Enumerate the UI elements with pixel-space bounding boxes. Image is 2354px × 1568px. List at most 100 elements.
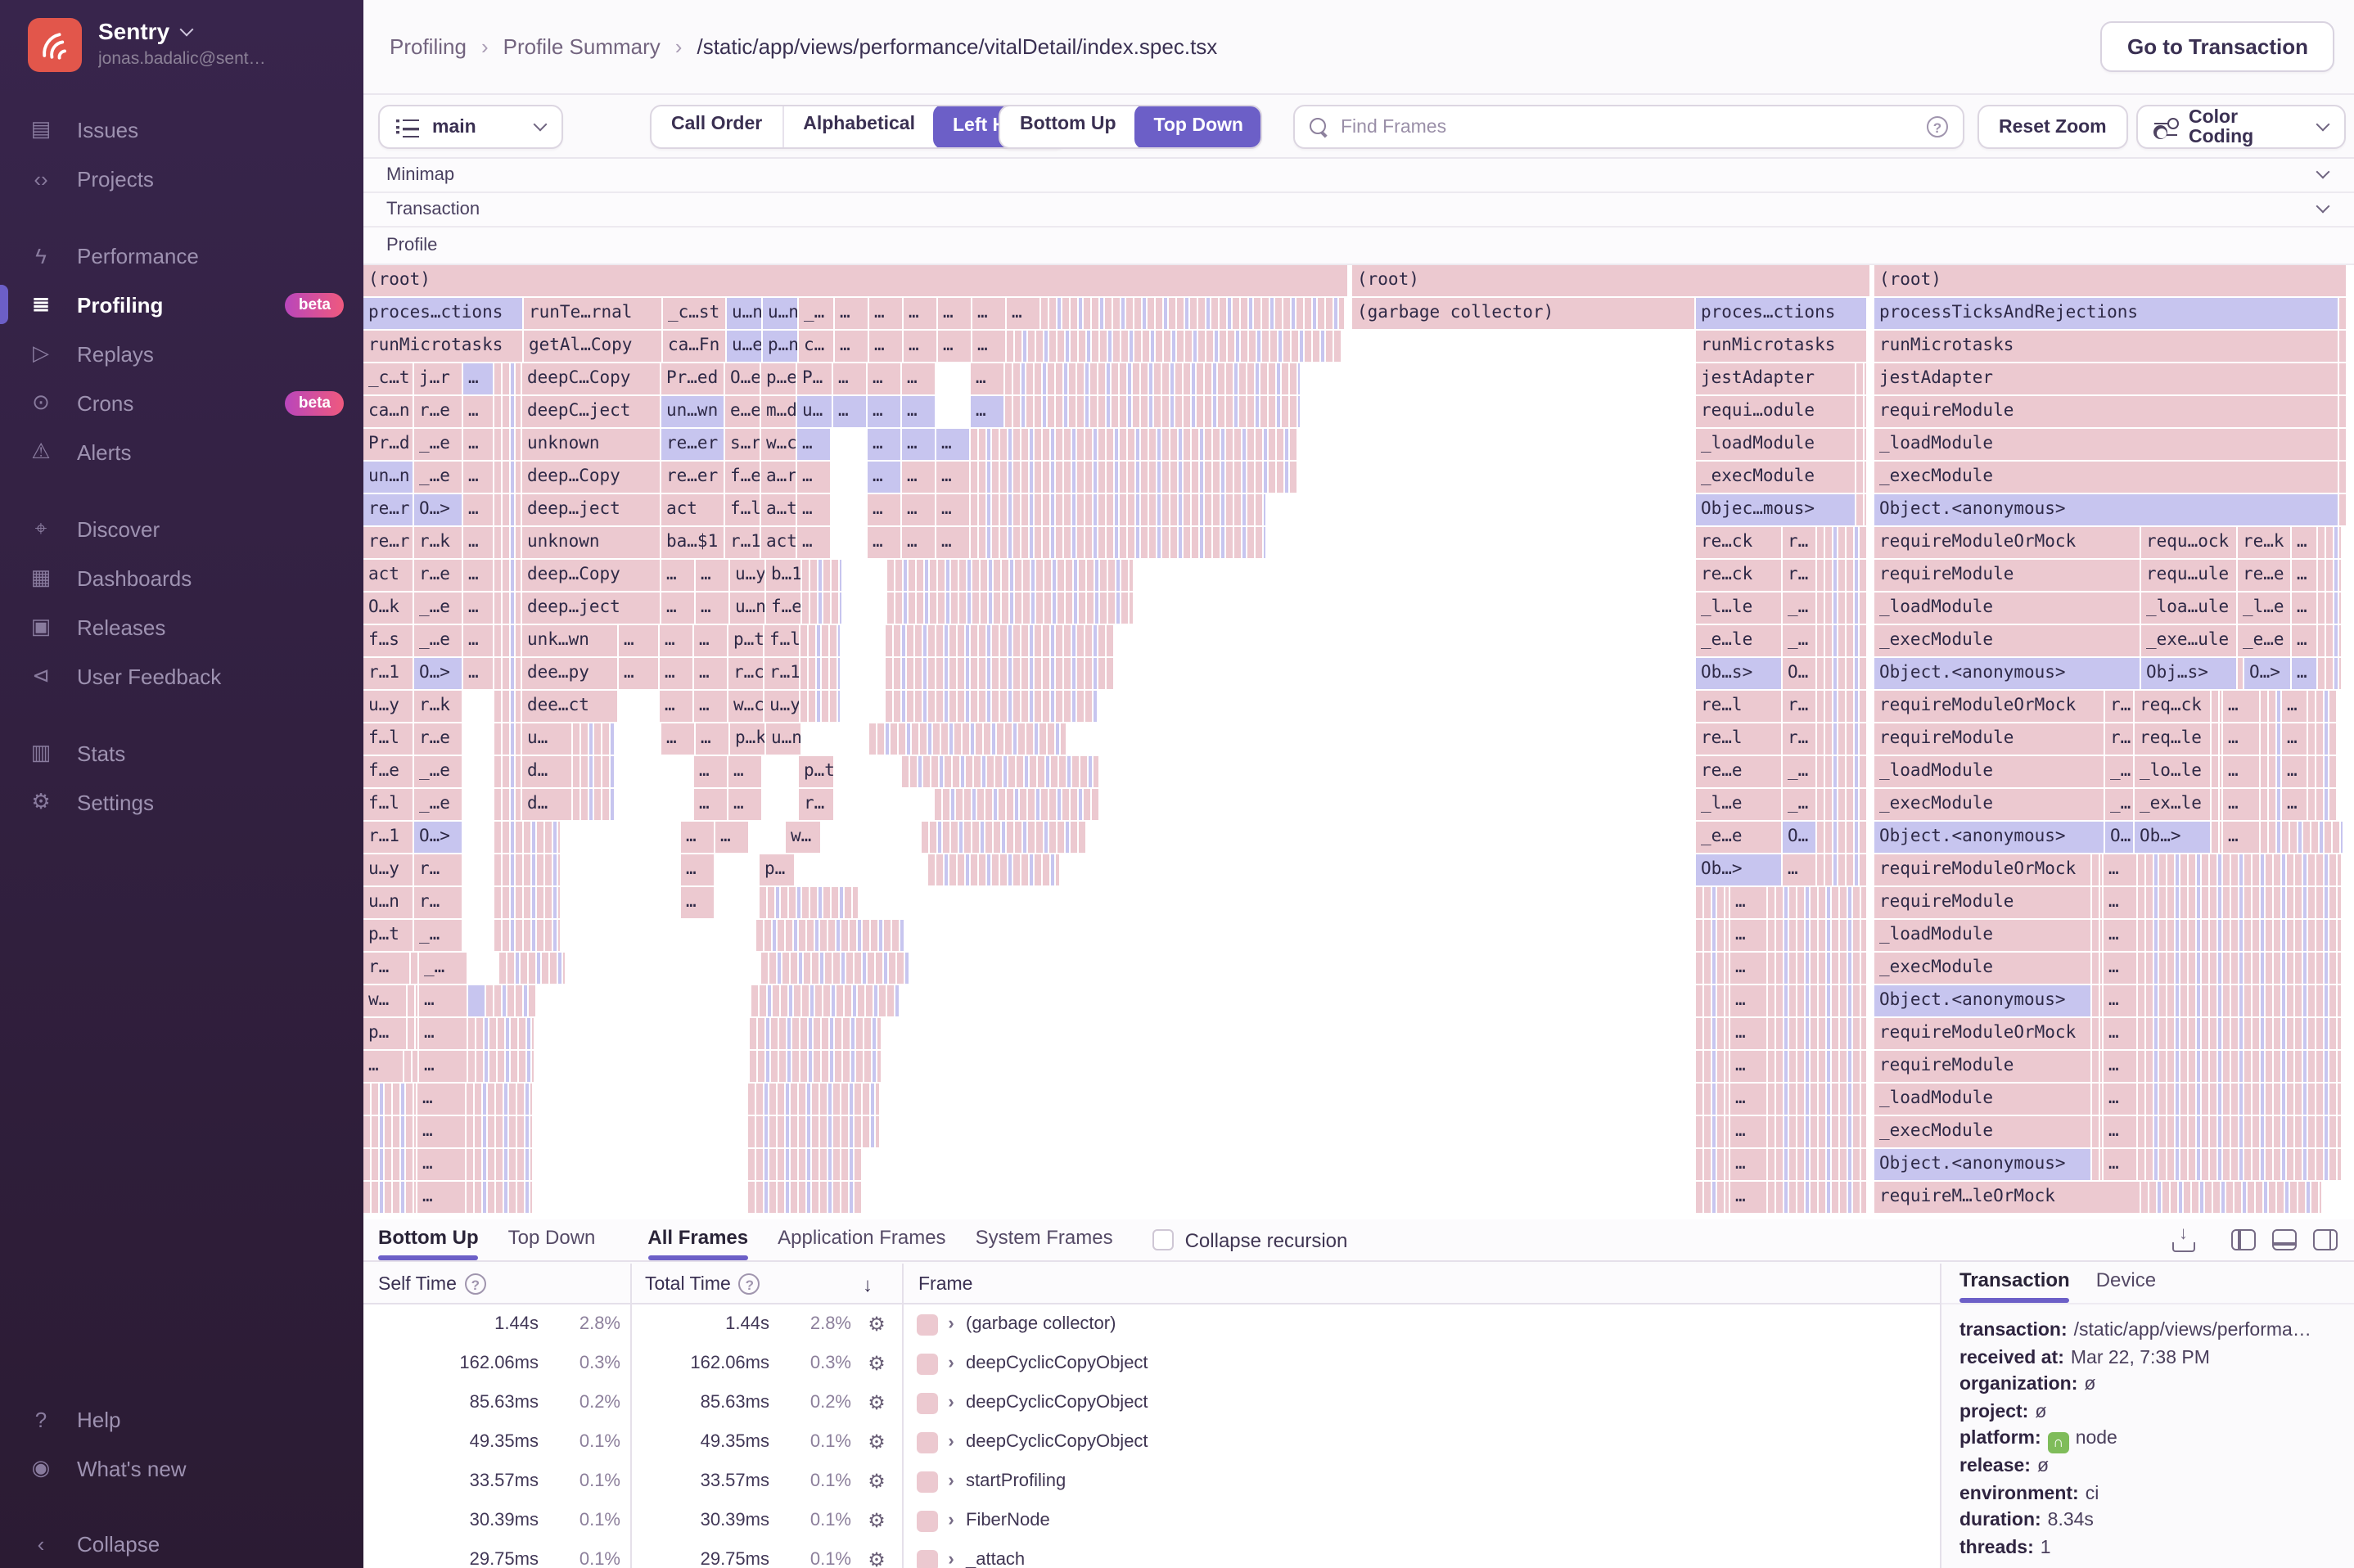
flame-frame[interactable]: … xyxy=(833,396,866,427)
flame-frame[interactable]: ca…Fn xyxy=(663,331,725,362)
expand-chevron-icon[interactable]: › xyxy=(940,1393,963,1413)
flame-frame[interactable]: ba…$1 xyxy=(661,527,724,558)
flame-stripes[interactable] xyxy=(800,658,840,689)
flame-frame[interactable]: O… xyxy=(2105,822,2133,853)
expand-chevron-icon[interactable]: › xyxy=(940,1550,963,1568)
flame-frame[interactable]: f…l xyxy=(363,723,413,755)
flame-frame[interactable]: … xyxy=(902,494,935,525)
flame-stripes[interactable] xyxy=(2141,1182,2321,1213)
flame-frame[interactable]: … xyxy=(868,494,900,525)
flame-stripes[interactable] xyxy=(761,953,909,984)
flame-stripes[interactable] xyxy=(1768,920,1866,951)
chevron-down-icon[interactable] xyxy=(2316,164,2330,179)
flame-stripes[interactable] xyxy=(1041,298,1344,329)
flame-frame[interactable]: Pr…d xyxy=(363,429,413,460)
flame-frame[interactable]: O… xyxy=(1783,658,1815,689)
flame-frame[interactable]: re…l xyxy=(1696,723,1781,755)
table-row[interactable]: 29.75ms 0.1% 29.75ms 0.1% ⚙ › _attach xyxy=(363,1540,1940,1568)
sort-desc-icon[interactable]: ↓ xyxy=(863,1264,873,1304)
flame-stripes[interactable] xyxy=(1856,396,1866,427)
flame-frame[interactable]: … xyxy=(463,494,493,525)
flame-stripes[interactable] xyxy=(573,789,616,820)
flame-frame[interactable]: O…> xyxy=(414,658,462,689)
flame-stripes[interactable] xyxy=(2339,363,2346,394)
chevron-down-icon[interactable] xyxy=(2316,199,2330,214)
flame-frame[interactable]: p…t xyxy=(799,756,833,787)
flame-frame[interactable]: r…e xyxy=(414,723,462,755)
flame-frame[interactable]: … xyxy=(1730,953,1766,984)
flame-frame[interactable]: f…e xyxy=(766,593,800,624)
flame-frame[interactable]: e…e xyxy=(725,396,760,427)
flame-frame[interactable]: … xyxy=(2282,691,2307,722)
flame-stripes[interactable] xyxy=(494,560,521,591)
flame-stripes[interactable] xyxy=(494,920,560,951)
flame-frame[interactable]: proces…ctions xyxy=(1696,298,1866,329)
flame-stripes[interactable] xyxy=(800,625,840,656)
flame-stripes[interactable] xyxy=(760,887,858,918)
table-row[interactable]: 49.35ms 0.1% 49.35ms 0.1% ⚙ › deepCyclicCopyOb… xyxy=(363,1422,1940,1462)
flame-stripes[interactable] xyxy=(1696,1084,1729,1115)
flame-stripes[interactable] xyxy=(468,1051,534,1082)
flame-frame[interactable]: u… xyxy=(797,396,832,427)
flame-frame[interactable]: … xyxy=(417,1182,465,1213)
flame-frame[interactable]: … xyxy=(463,658,493,689)
flame-frame[interactable]: requireModuleOrMock xyxy=(1874,691,2104,722)
flame-stripes[interactable] xyxy=(2308,789,2338,820)
flame-frame[interactable]: dee…py xyxy=(522,658,617,689)
flame-frame[interactable]: … xyxy=(868,462,900,493)
sidebar-item-releases[interactable]: ▣ Releases xyxy=(0,602,363,651)
flame-frame[interactable]: … xyxy=(2104,1084,2136,1115)
flame-frame[interactable]: O…k xyxy=(363,593,413,624)
flame-frame[interactable]: … xyxy=(971,363,1003,394)
flame-frame[interactable]: Pr…ed xyxy=(661,363,724,394)
layer-row-transaction[interactable]: Transaction xyxy=(363,193,2354,228)
flame-frame[interactable]: re…ck xyxy=(1696,527,1781,558)
flame-frame[interactable]: O…> xyxy=(414,494,462,525)
flame-stripes[interactable] xyxy=(494,756,521,787)
sidebar-item-user-feedback[interactable]: ⊲ User Feedback xyxy=(0,651,363,701)
flame-stripes[interactable] xyxy=(935,789,1098,820)
flame-stripes[interactable] xyxy=(748,1182,863,1213)
flame-frame[interactable]: _c…st xyxy=(663,298,725,329)
self-time-header[interactable]: Self Time? xyxy=(378,1264,486,1304)
flame-stripes[interactable] xyxy=(1817,593,1866,624)
flame-stripes[interactable] xyxy=(1817,560,1866,591)
sidebar-item-discover[interactable]: ⌖ Discover xyxy=(0,504,363,553)
flame-stripes[interactable] xyxy=(1696,985,1729,1016)
flame-frame[interactable]: … xyxy=(2282,723,2307,755)
flame-stripes[interactable] xyxy=(1817,527,1866,558)
flame-frame[interactable]: r… xyxy=(414,854,462,885)
flame-stripes[interactable] xyxy=(573,756,616,787)
flame-frame[interactable]: unk…wn xyxy=(522,625,617,656)
flame-stripes[interactable] xyxy=(494,593,521,624)
flame-frame[interactable]: … xyxy=(936,527,969,558)
flame-stripes[interactable] xyxy=(2092,854,2102,885)
flame-frame[interactable]: _ex…le xyxy=(2135,789,2210,820)
flame-frame[interactable]: _… xyxy=(799,298,833,329)
flame-stripes[interactable] xyxy=(363,1182,416,1213)
flame-frame[interactable]: a…t xyxy=(761,494,796,525)
flame-frame[interactable]: act xyxy=(661,494,724,525)
flame-frame[interactable]: … xyxy=(2104,985,2136,1016)
flame-frame[interactable]: _…e xyxy=(414,789,462,820)
segment-call-order[interactable]: Call Order xyxy=(652,106,782,147)
flame-stripes[interactable] xyxy=(411,953,417,984)
flame-frame[interactable]: requireModule xyxy=(1874,723,2104,755)
flame-frame[interactable]: … xyxy=(2104,854,2136,885)
org-switcher[interactable]: Sentry jonas.badalic@sent… xyxy=(0,0,363,88)
flame-frame[interactable]: processTicksAndRejections xyxy=(1874,298,2338,329)
flame-frame[interactable]: r…1 xyxy=(363,658,413,689)
flame-frame[interactable]: (root) xyxy=(363,265,1347,296)
flame-frame[interactable]: … xyxy=(661,560,694,591)
flame-frame[interactable]: … xyxy=(1007,298,1039,329)
flame-frame[interactable]: … xyxy=(661,723,694,755)
flame-stripes[interactable] xyxy=(1768,1182,1866,1213)
flame-frame[interactable]: … xyxy=(419,985,467,1016)
flame-stripes[interactable] xyxy=(750,1018,881,1049)
flame-stripes[interactable] xyxy=(1817,723,1866,755)
breadcrumb-item[interactable]: Profiling xyxy=(390,34,467,59)
flame-stripes[interactable] xyxy=(2092,985,2102,1016)
flame-frame[interactable]: … xyxy=(2104,1116,2136,1147)
flame-stripes[interactable] xyxy=(2092,1018,2102,1049)
table-row[interactable]: 1.44s 2.8% 1.44s 2.8% ⚙ › (garbage collector) xyxy=(363,1304,1940,1344)
